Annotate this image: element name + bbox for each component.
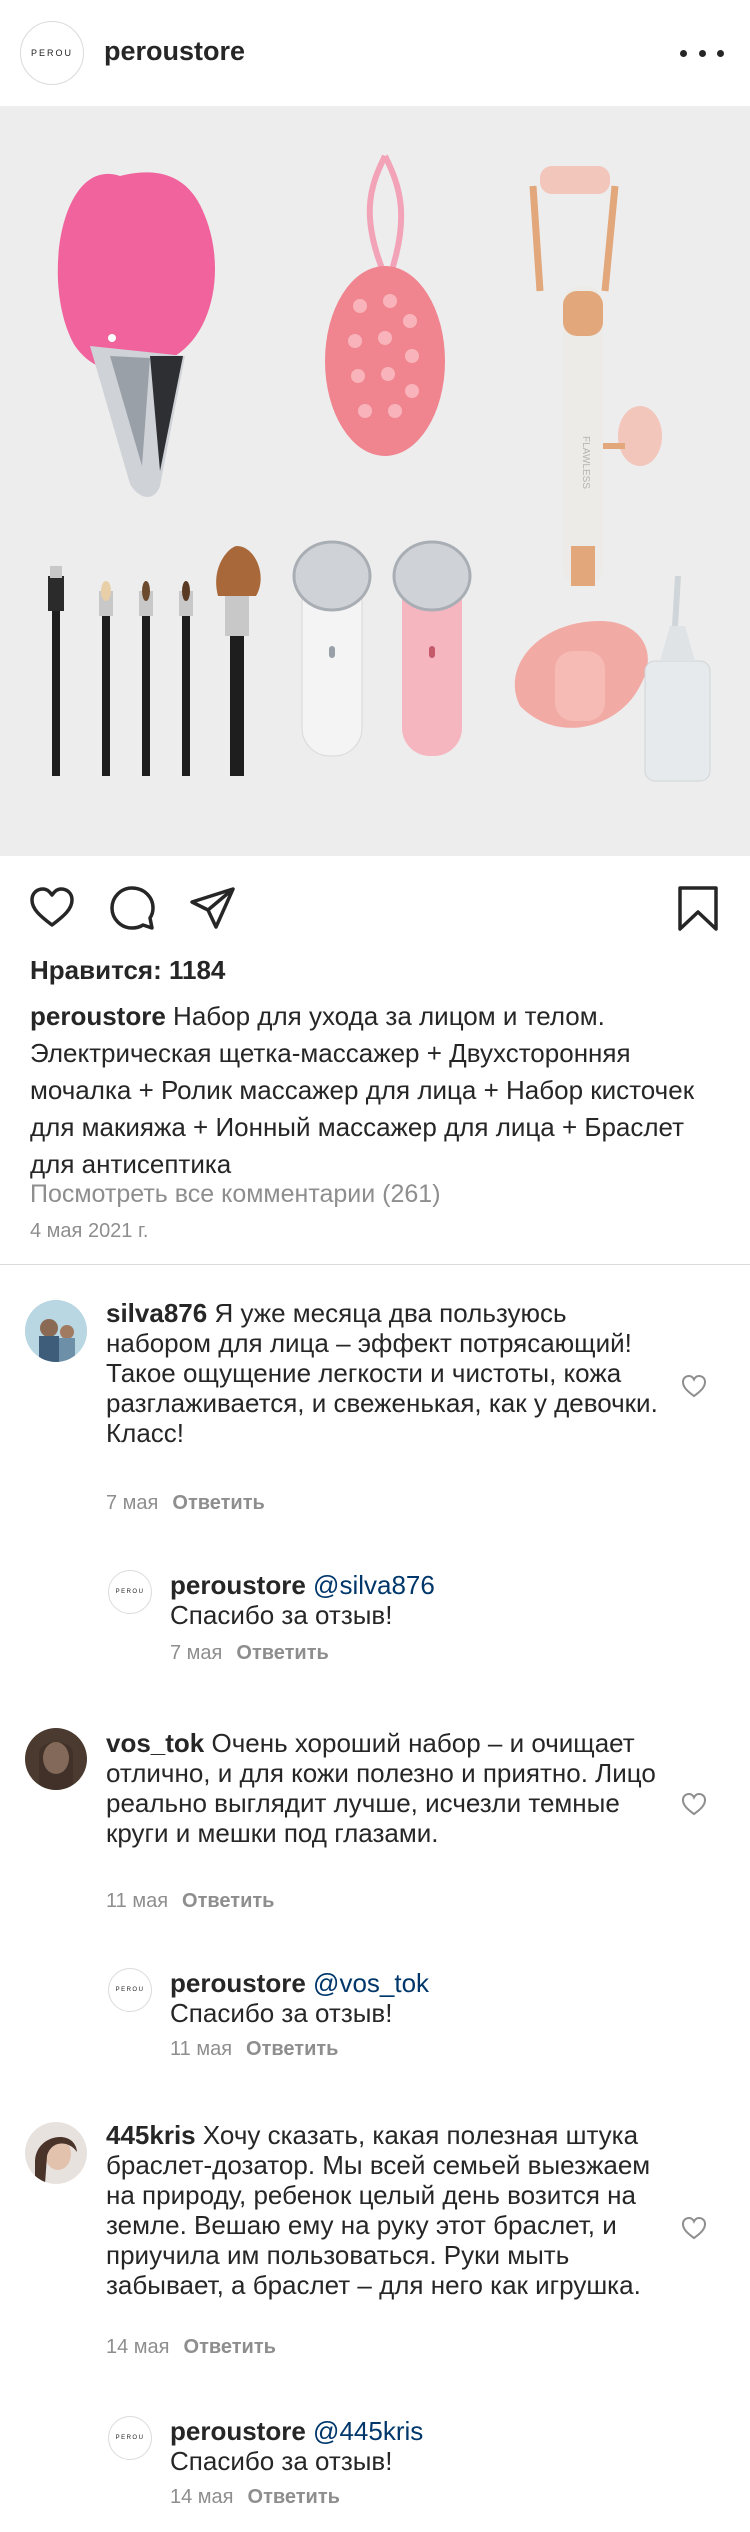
more-icon[interactable] [680,40,724,66]
mention-link[interactable]: @silva876 [313,1570,435,1600]
comment-meta: 11 мая Ответить [170,2038,338,2061]
mention-link[interactable]: @445kris [313,2416,423,2446]
reply-button[interactable]: Ответить [184,2336,276,2358]
comment-time: 7 мая [170,1642,223,1664]
post-header: PEROU peroustore [0,0,750,106]
makeup-brushes-product [48,546,261,776]
reply-button[interactable]: Ответить [248,2486,340,2508]
comment-meta: 14 мая Ответить [170,2486,340,2509]
bookmark-icon[interactable] [674,884,722,932]
comment-like-icon[interactable] [680,2214,708,2242]
avatar[interactable]: PEROU [108,1968,152,2012]
comment-username[interactable]: 445kris [106,2120,196,2150]
comment-like-icon[interactable] [680,1790,708,1818]
reply-text: peroustore @445kris Спасибо за отзыв! [170,2416,670,2476]
avatar-logo-text: PEROU [115,1987,145,1993]
comment-time: 7 мая [106,1492,159,1514]
reply-button[interactable]: Ответить [172,1492,264,1514]
face-brush-product [57,172,216,498]
view-all-comments-link[interactable]: Посмотреть все комментарии (261) [30,1180,441,1209]
caption-username[interactable]: peroustore [30,1001,166,1031]
avatar[interactable]: PEROU [108,2416,152,2460]
reply-body: Спасибо за отзыв! [170,1600,393,1630]
avatar[interactable]: PEROU [108,1570,152,1614]
comment-time: 11 мая [170,2038,233,2060]
comment-time: 14 мая [170,2486,234,2508]
comment-meta: 11 мая Ответить [106,1890,274,1913]
comment-time: 11 мая [106,1890,169,1912]
avatar[interactable] [25,1728,87,1790]
avatar-logo-text: PEROU [115,2435,145,2441]
reply-text: peroustore @vos_tok Спасибо за отзыв! [170,1968,670,2028]
comment-meta: 7 мая Ответить [170,1642,329,1665]
comment-username[interactable]: silva876 [106,1298,207,1328]
avatar-logo-text: PEROU [115,1589,145,1595]
reply-username[interactable]: peroustore [170,1570,306,1600]
divider [0,1264,750,1265]
reply-text: peroustore @silva876 Спасибо за отзыв! [170,1570,670,1630]
white-ionic-massager-product [292,540,372,757]
share-icon[interactable] [188,884,236,932]
reply-body: Спасибо за отзыв! [170,2446,393,2476]
post-date: 4 мая 2021 г. [30,1220,149,1242]
post-caption: peroustore Набор для ухода за лицом и те… [30,998,720,1183]
post-image[interactable]: FLAWLESS [0,106,750,856]
avatar[interactable] [25,1300,87,1362]
mention-link[interactable]: @vos_tok [313,1968,429,1998]
comment-time: 14 мая [106,2336,170,2358]
comment-icon[interactable] [108,884,156,932]
comment-text: 445kris Хочу сказать, какая полезная шту… [106,2120,666,2300]
comment-text: silva876 Я уже месяца два пользуюсь набо… [106,1298,666,1448]
pink-ionic-massager-product [392,540,472,756]
bath-brush-product [325,154,445,456]
reply-button[interactable]: Ответить [246,2038,338,2060]
reply-button[interactable]: Ответить [182,1890,274,1912]
reply-username[interactable]: peroustore [170,2416,306,2446]
avatar[interactable] [25,2122,87,2184]
comment-like-icon[interactable] [680,1372,708,1400]
sanitizer-bracelet-product [514,621,648,728]
reply-button[interactable]: Ответить [236,1642,328,1664]
refill-bottle-product [644,575,711,782]
comment-meta: 7 мая Ответить [106,1492,265,1515]
avatar-logo-text: PEROU [30,48,73,58]
comment-text: vos_tok Очень хороший набор – и очищает … [106,1728,666,1848]
heart-icon[interactable] [28,884,76,932]
roller-brand-text: FLAWLESS [580,436,591,489]
likes-count[interactable]: Нравится: 1184 [30,955,225,986]
store-avatar[interactable]: PEROU [20,21,84,85]
reply-body: Спасибо за отзыв! [170,1998,393,2028]
comment-username[interactable]: vos_tok [106,1728,204,1758]
face-roller-product: FLAWLESS [529,166,662,586]
comment-meta: 14 мая Ответить [106,2336,276,2359]
header-username[interactable]: peroustore [104,36,245,67]
reply-username[interactable]: peroustore [170,1968,306,1998]
action-bar [0,856,750,952]
